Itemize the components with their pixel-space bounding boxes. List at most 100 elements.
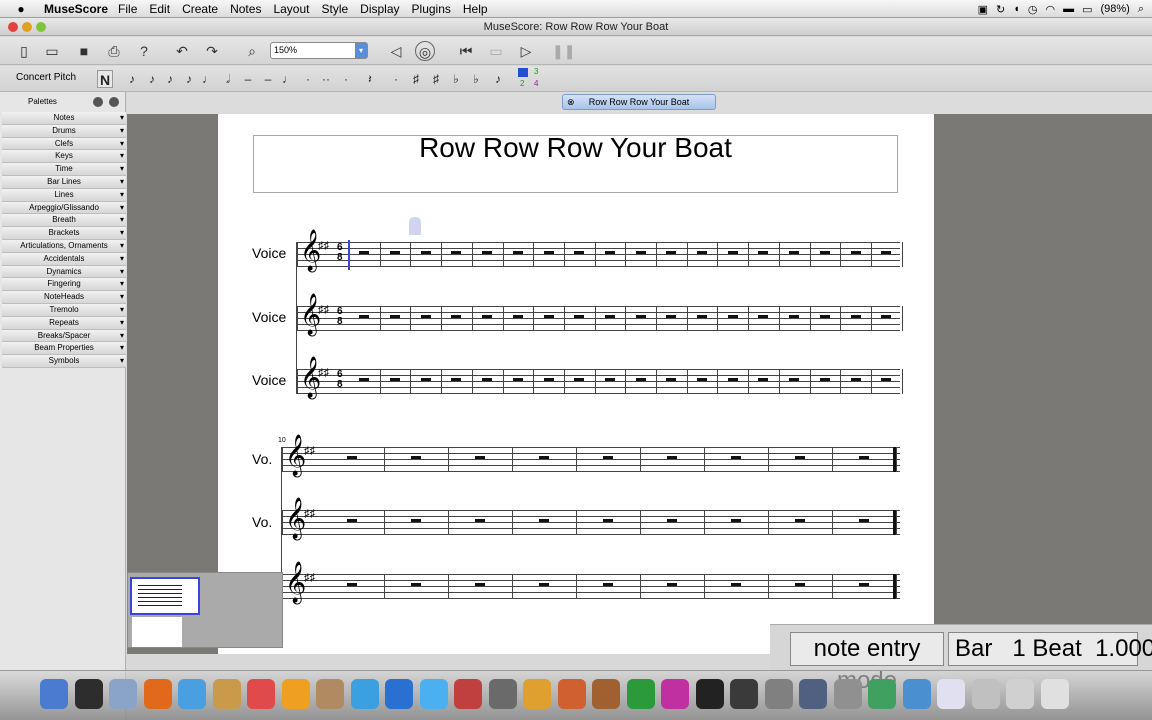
- key-signature-icon[interactable]: ♯♯: [318, 367, 329, 379]
- duration-whole-icon[interactable]: –: [240, 70, 256, 88]
- dock-app-icon[interactable]: [350, 679, 379, 709]
- barline[interactable]: [748, 369, 750, 394]
- barline[interactable]: [448, 447, 449, 472]
- print-icon[interactable]: ⎙: [104, 41, 124, 61]
- measure-rest[interactable]: [543, 251, 554, 254]
- measure-rest[interactable]: [727, 251, 738, 254]
- dock-app-icon[interactable]: [178, 679, 206, 709]
- dock-app-icon[interactable]: [799, 679, 827, 709]
- menu-notes[interactable]: Notes: [230, 2, 261, 16]
- voice-3-label[interactable]: 3: [534, 67, 538, 76]
- menu-help[interactable]: Help: [463, 2, 488, 16]
- barline[interactable]: [471, 369, 473, 394]
- flip-icon[interactable]: ♪: [490, 70, 506, 88]
- dock-app-icon[interactable]: [454, 679, 482, 709]
- minimize-icon[interactable]: [22, 22, 32, 32]
- barline[interactable]: [448, 510, 449, 535]
- barline[interactable]: [563, 306, 565, 331]
- dock-app-icon[interactable]: [385, 679, 413, 709]
- dock-app-icon[interactable]: [1040, 679, 1069, 709]
- voice-2-label[interactable]: 2: [520, 79, 524, 88]
- measure-rest[interactable]: [543, 315, 554, 318]
- measure-rest[interactable]: [420, 251, 431, 254]
- help-icon[interactable]: ?: [134, 41, 154, 61]
- barline[interactable]: [870, 306, 872, 331]
- open-file-icon[interactable]: ▭: [42, 41, 62, 61]
- double-sharp-icon[interactable]: ♯: [428, 70, 444, 88]
- measure-rest[interactable]: [819, 251, 830, 254]
- barline[interactable]: [656, 242, 657, 267]
- measure-rest[interactable]: [411, 583, 421, 586]
- time-signature[interactable]: 6 8: [337, 307, 343, 327]
- metronome-icon[interactable]: ◎: [415, 41, 435, 61]
- palette-fingering[interactable]: Fingering: [2, 278, 126, 292]
- time-machine-icon[interactable]: ◷: [1028, 3, 1038, 16]
- measure-rest[interactable]: [819, 315, 830, 318]
- barline[interactable]: [441, 306, 443, 331]
- staff[interactable]: [297, 242, 903, 267]
- measure-rest[interactable]: [347, 583, 357, 586]
- measure-rest[interactable]: [539, 583, 549, 586]
- measure-rest[interactable]: [482, 251, 493, 254]
- measure-rest[interactable]: [359, 378, 370, 381]
- double-dot-icon[interactable]: ··: [318, 70, 334, 88]
- measure-rest[interactable]: [697, 378, 708, 381]
- speaker-icon[interactable]: ◁: [386, 41, 406, 61]
- barline[interactable]: [576, 574, 577, 599]
- barline[interactable]: [410, 369, 412, 394]
- barline[interactable]: [901, 242, 903, 267]
- double-flat-icon[interactable]: ♭: [468, 70, 484, 88]
- barline[interactable]: [512, 510, 513, 535]
- palette-clefs[interactable]: Clefs: [2, 137, 126, 151]
- barline[interactable]: [778, 369, 780, 394]
- measure-rest[interactable]: [603, 456, 613, 459]
- rest-toggle-icon[interactable]: 𝄽: [362, 70, 378, 88]
- duration-16th-icon[interactable]: ♪: [162, 70, 178, 88]
- palette-drums[interactable]: Drums: [2, 124, 126, 138]
- measure-rest[interactable]: [881, 378, 892, 381]
- measure-rest[interactable]: [604, 378, 615, 381]
- measure-rest[interactable]: [850, 315, 861, 318]
- float-icon[interactable]: [93, 97, 103, 107]
- barline[interactable]: [533, 242, 535, 267]
- barline[interactable]: [832, 574, 833, 599]
- barline[interactable]: [704, 510, 705, 535]
- barline[interactable]: [768, 574, 769, 599]
- rest-icon[interactable]: ·: [338, 70, 354, 88]
- palette-brackets[interactable]: Brackets: [2, 227, 126, 240]
- menu-edit[interactable]: Edit: [149, 2, 170, 16]
- duration-breve-icon[interactable]: –: [260, 70, 276, 88]
- measure-rest[interactable]: [795, 519, 805, 522]
- barline[interactable]: [704, 574, 705, 599]
- measure-rest[interactable]: [789, 378, 800, 381]
- natural-icon[interactable]: ·: [388, 70, 404, 88]
- dock-app-icon[interactable]: [109, 679, 137, 709]
- staff-label[interactable]: Vo.: [252, 514, 272, 530]
- barline[interactable]: [512, 447, 513, 472]
- dock-app-icon[interactable]: [695, 679, 724, 709]
- measure-rest[interactable]: [819, 378, 830, 381]
- measure-rest[interactable]: [451, 315, 462, 318]
- barline[interactable]: [717, 242, 719, 267]
- dock-app-icon[interactable]: [764, 679, 793, 709]
- measure-rest[interactable]: [475, 519, 485, 522]
- barline[interactable]: [686, 306, 688, 331]
- barline[interactable]: [686, 242, 688, 267]
- barline[interactable]: [896, 447, 897, 472]
- barline[interactable]: [896, 510, 897, 535]
- measure-rest[interactable]: [697, 251, 708, 254]
- time-signature[interactable]: 6 8: [337, 370, 343, 390]
- measure-rest[interactable]: [512, 378, 523, 381]
- measure-rest[interactable]: [482, 315, 493, 318]
- new-file-icon[interactable]: ▯: [14, 41, 34, 61]
- battery-icon[interactable]: ▭: [1082, 3, 1092, 16]
- key-signature-icon[interactable]: ♯♯: [304, 445, 315, 457]
- barline[interactable]: [512, 574, 513, 599]
- barline[interactable]: [471, 242, 473, 267]
- dock-app-icon[interactable]: [1006, 679, 1034, 709]
- barline[interactable]: [640, 510, 641, 535]
- barline[interactable]: [533, 306, 535, 331]
- measure-rest[interactable]: [420, 315, 431, 318]
- barline[interactable]: [778, 242, 780, 267]
- measure-rest[interactable]: [390, 378, 401, 381]
